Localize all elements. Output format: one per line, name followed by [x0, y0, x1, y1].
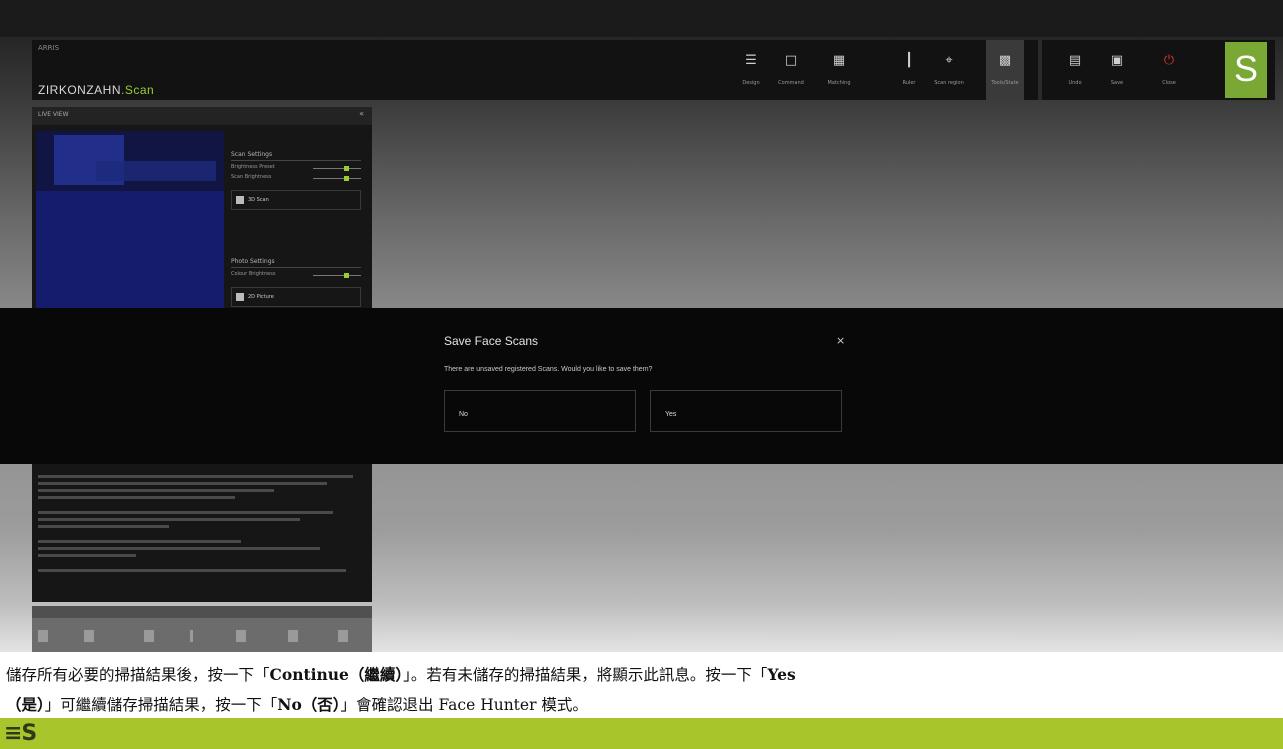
scan-settings-header: Scan Settings: [231, 151, 361, 161]
caption-line-2: （是）」可繼續儲存掃描結果，按一下「No（否）」會確認退出 Face Hunte…: [6, 690, 1283, 720]
toolbar-separator: [1038, 40, 1042, 100]
toolbar-label: Command: [778, 80, 804, 86]
toolbar-label: Scan region: [934, 80, 964, 86]
row-label: Scan Brightness: [231, 174, 272, 180]
tool-icon[interactable]: [38, 630, 48, 642]
toolbar-design-button[interactable]: ☰ Design: [732, 40, 770, 100]
slider[interactable]: [313, 166, 361, 171]
caption-bold: Yes: [767, 665, 796, 684]
brand-prefix: ZIRKONZAHN: [38, 83, 121, 97]
toolbar-label: Matching: [827, 80, 851, 86]
scan-settings: Scan Settings Brightness Preset Scan Bri…: [231, 151, 361, 307]
slider[interactable]: [313, 176, 361, 181]
footer-bar: ≡S: [0, 718, 1283, 749]
toolbar-ruler-button[interactable]: ┃ Ruler: [890, 40, 928, 100]
live-view-title: LIVE VIEW: [38, 111, 69, 118]
dialog-message: There are unsaved registered Scans. Woul…: [444, 366, 653, 373]
toolbar-matching-button[interactable]: ▦ Matching: [820, 40, 858, 100]
caption-bold: No（否）: [277, 695, 341, 714]
tool-icon[interactable]: [190, 630, 193, 642]
power-icon: ⏻: [1163, 53, 1175, 68]
instructions-text: [38, 475, 366, 576]
live-view-header: LIVE VIEW «: [32, 107, 372, 125]
monitor-icon: □: [784, 53, 798, 68]
toolbar-undo-button[interactable]: ▤ Undo: [1056, 40, 1094, 100]
toolbar-tools-button[interactable]: ▩ Tools/State: [986, 40, 1024, 100]
caption-segment: 儲存所有必要的掃描結果後，按一下「: [6, 666, 270, 684]
bottom-panel-header: [32, 606, 372, 618]
toolbar-label: Ruler: [902, 80, 916, 86]
footer-logo: ≡S: [4, 721, 37, 746]
save-face-scans-dialog: [0, 308, 1283, 464]
caption-bold: Continue（繼續）: [269, 665, 404, 684]
brightness-preset-row[interactable]: Brightness Preset: [231, 164, 361, 174]
camera-preview: [36, 131, 224, 313]
scan-icon: [236, 196, 244, 204]
2d-picture-button[interactable]: 2D Picture: [231, 287, 361, 307]
save-icon: ▣: [1110, 53, 1124, 68]
button-label: 2D Picture: [248, 294, 274, 300]
yes-button[interactable]: Yes: [650, 390, 842, 432]
toolbar-scan-region-button[interactable]: ⌖ Scan region: [930, 40, 968, 100]
grid-icon: ▩: [998, 53, 1012, 68]
photo-settings-header: Photo Settings: [231, 258, 361, 268]
tool-icon[interactable]: [84, 630, 94, 642]
close-icon[interactable]: ×: [836, 334, 845, 347]
caption-segment: 」會確認退出 Face Hunter 模式。: [340, 696, 588, 714]
app-small-label: ARRIS: [38, 44, 60, 52]
brand-logo: ZIRKONZAHN.Scan: [38, 83, 154, 97]
tool-icon[interactable]: [338, 630, 348, 642]
toolbar-close-button[interactable]: ⏻ Close: [1150, 40, 1188, 100]
keyboard-icon: ▤: [1068, 53, 1082, 68]
scan-brightness-row[interactable]: Scan Brightness: [231, 174, 361, 184]
collapse-icon[interactable]: «: [359, 109, 364, 118]
app-toolbar: ARRIS ZIRKONZAHN.Scan ☰ Design □ Command…: [32, 40, 1275, 100]
caption-text: 儲存所有必要的掃描結果後，按一下「Continue（繼續）」。若有未儲存的掃描結…: [6, 660, 1283, 720]
button-label: 3D Scan: [248, 197, 269, 203]
crop-icon: ⌖: [945, 53, 953, 68]
app-logo[interactable]: S: [1225, 42, 1267, 98]
brand-suffix: .Scan: [121, 83, 155, 97]
tool-icon[interactable]: [288, 630, 298, 642]
caption-segment: 」可繼續儲存掃描結果，按一下「: [44, 696, 278, 714]
caption-line-1: 儲存所有必要的掃描結果後，按一下「Continue（繼續）」。若有未儲存的掃描結…: [6, 660, 1283, 690]
menu-icon: ☰: [745, 53, 757, 68]
no-button[interactable]: No: [444, 390, 636, 432]
colour-brightness-row[interactable]: Colour Brightness: [231, 271, 361, 281]
slider[interactable]: [313, 273, 361, 278]
window-top-strip: [0, 0, 1283, 37]
toolbar-label: Close: [1162, 80, 1176, 86]
toolbar-label: Save: [1110, 80, 1124, 86]
toolbar-label: Tools/State: [991, 80, 1019, 86]
tool-icon[interactable]: [236, 630, 246, 642]
toolbar-label: Undo: [1068, 80, 1082, 86]
tool-icon[interactable]: [144, 630, 154, 642]
screenshot-region: ARRIS ZIRKONZAHN.Scan ☰ Design □ Command…: [0, 0, 1283, 652]
3d-scan-button[interactable]: 3D Scan: [231, 190, 361, 210]
toolbar-label: Design: [742, 80, 760, 86]
ruler-icon: ┃: [905, 53, 913, 68]
camera-icon: [236, 293, 244, 301]
row-label: Colour Brightness: [231, 271, 276, 277]
dialog-title: Save Face Scans: [444, 334, 539, 348]
toolbar-save-button[interactable]: ▣ Save: [1098, 40, 1136, 100]
row-label: Brightness Preset: [231, 164, 275, 170]
document-icon: ▦: [832, 53, 846, 68]
bottom-tools-panel: [32, 606, 372, 652]
caption-segment: 」。若有未儲存的掃描結果，將顯示此訊息。按一下「: [403, 666, 768, 684]
caption-bold: （是）: [6, 695, 45, 714]
toolbar-command-button[interactable]: □ Command: [772, 40, 810, 100]
